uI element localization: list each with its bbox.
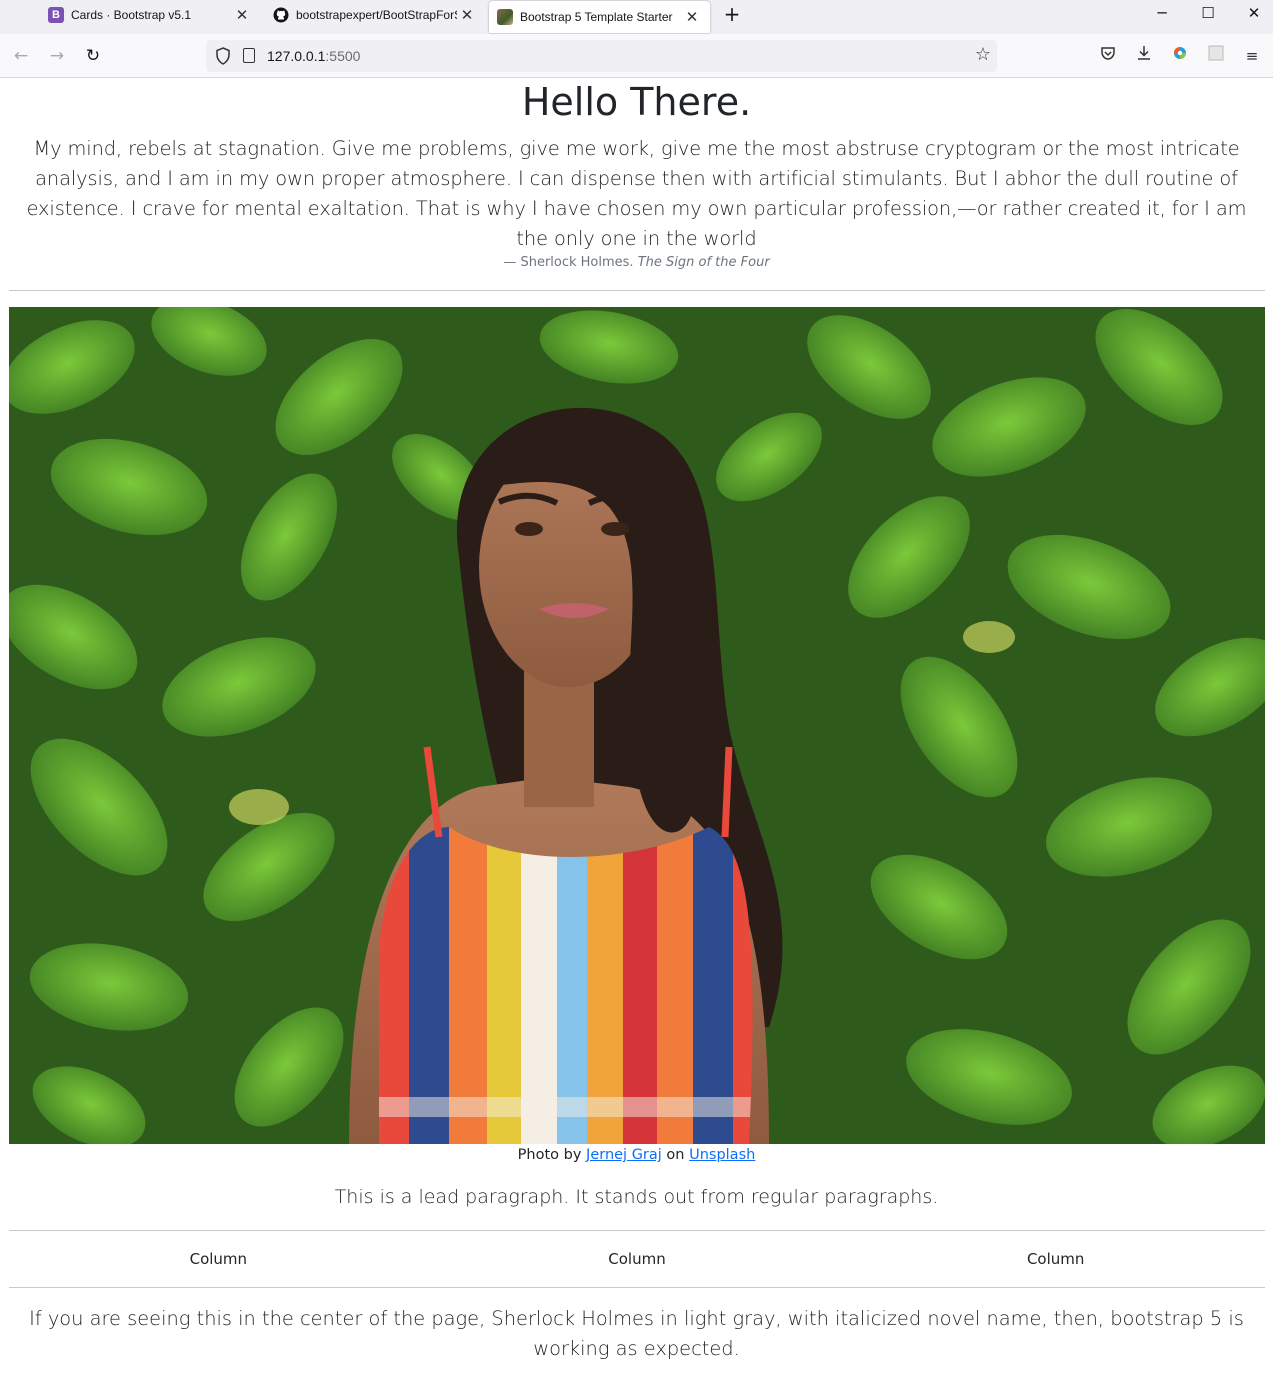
nav-toolbar: ← → ↻ 127.0.0.1:5500 ☆ ≡ bbox=[0, 34, 1273, 78]
tab-title: Bootstrap 5 Template Starter bbox=[520, 10, 673, 24]
page-thumbnail-icon bbox=[497, 9, 513, 25]
tab-title: Cards · Bootstrap v5.1 bbox=[71, 8, 192, 22]
tab-cards-bootstrap[interactable]: B Cards · Bootstrap v5.1 ✕ bbox=[40, 0, 260, 30]
citation-work: The Sign of the Four bbox=[637, 255, 770, 270]
close-tab-icon[interactable]: ✕ bbox=[682, 8, 702, 26]
github-icon bbox=[273, 7, 289, 23]
close-tab-icon[interactable]: ✕ bbox=[232, 6, 252, 24]
quote-citation: — Sherlock Holmes. The Sign of the Four bbox=[0, 255, 1273, 270]
citation-author: Sherlock Holmes. bbox=[520, 255, 634, 270]
tracking-protection-shield-icon[interactable] bbox=[215, 47, 231, 65]
minimize-icon[interactable]: ─ bbox=[1147, 4, 1177, 26]
page-title: Hello There. bbox=[521, 80, 752, 124]
window-close-icon[interactable]: ✕ bbox=[1239, 4, 1269, 26]
downloads-icon[interactable] bbox=[1133, 45, 1155, 67]
photo-caption: Photo by Jernej Graj on Unsplash bbox=[0, 1147, 1273, 1163]
address-bar[interactable]: 127.0.0.1:5500 ☆ bbox=[206, 40, 997, 72]
tab-bar: B Cards · Bootstrap v5.1 ✕ bootstrapexpe… bbox=[0, 0, 1273, 34]
footer-paragraph: If you are seeing this in the center of … bbox=[29, 1307, 1244, 1360]
reload-icon[interactable]: ↻ bbox=[81, 45, 105, 67]
caption-prefix: Photo by bbox=[517, 1147, 582, 1163]
citation-dash: — bbox=[503, 255, 517, 270]
new-tab-icon[interactable]: + bbox=[721, 4, 743, 26]
forward-icon[interactable]: → bbox=[45, 45, 69, 67]
extension-placeholder-icon[interactable] bbox=[1205, 45, 1227, 67]
column-2: Column bbox=[608, 1250, 666, 1268]
pocket-icon[interactable] bbox=[1097, 45, 1119, 67]
lead-paragraph: This is a lead paragraph. It stands out … bbox=[334, 1186, 939, 1208]
photographer-link[interactable]: Jernej Graj bbox=[586, 1147, 662, 1163]
column-3: Column bbox=[1026, 1250, 1085, 1268]
maximize-icon[interactable]: ☐ bbox=[1193, 4, 1223, 26]
columns-row: Column Column Column bbox=[9, 1230, 1265, 1288]
url-text[interactable]: 127.0.0.1:5500 bbox=[267, 48, 360, 64]
page-info-icon[interactable] bbox=[243, 48, 255, 63]
back-icon[interactable]: ← bbox=[9, 45, 33, 67]
tab-bootstrap-template-starter[interactable]: Bootstrap 5 Template Starter ✕ bbox=[489, 1, 710, 33]
bookmark-star-icon[interactable]: ☆ bbox=[975, 44, 991, 65]
tab-title: bootstrapexpert/BootStrapForSt bbox=[296, 8, 457, 22]
url-host: 127.0.0.1 bbox=[267, 48, 326, 64]
quote-text: My mind, rebels at stagnation. Give me p… bbox=[26, 137, 1247, 250]
caption-mid: on bbox=[666, 1147, 685, 1163]
bootstrap-icon: B bbox=[48, 7, 64, 23]
divider bbox=[9, 290, 1265, 291]
unsplash-link[interactable]: Unsplash bbox=[689, 1147, 755, 1163]
close-tab-icon[interactable]: ✕ bbox=[457, 6, 477, 24]
menu-hamburger-icon[interactable]: ≡ bbox=[1241, 45, 1263, 67]
column-1: Column bbox=[189, 1250, 248, 1268]
url-port: :5500 bbox=[325, 48, 361, 64]
extension-icon[interactable] bbox=[1169, 45, 1191, 67]
portrait-photo bbox=[9, 307, 1265, 1144]
tab-github[interactable]: bootstrapexpert/BootStrapForSt ✕ bbox=[265, 0, 485, 30]
divider bbox=[9, 1287, 1265, 1288]
